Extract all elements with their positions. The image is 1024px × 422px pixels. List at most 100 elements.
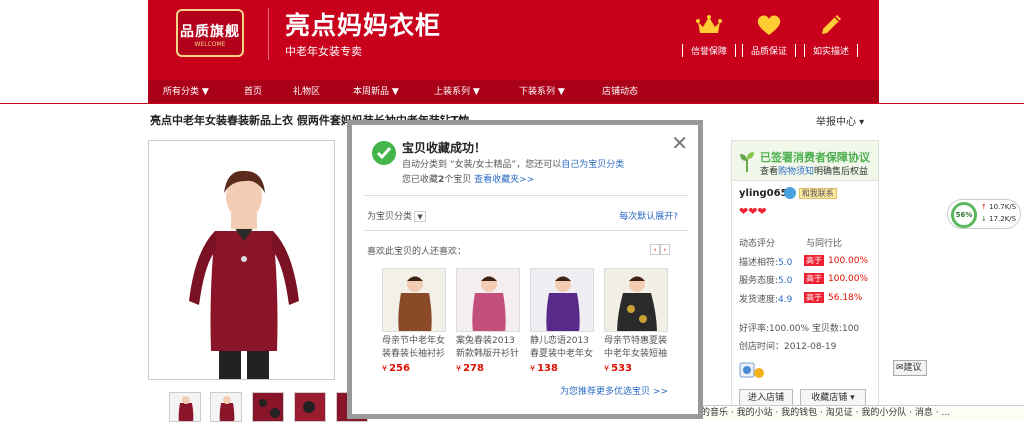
- nav-gift[interactable]: 礼物区: [293, 80, 320, 104]
- close-icon[interactable]: ✕: [671, 131, 688, 155]
- badge-quality[interactable]: 品质保证: [742, 10, 796, 57]
- pencil-icon: [804, 10, 858, 40]
- badge-label: 如实描述: [804, 44, 858, 57]
- recommend-item-image[interactable]: [530, 268, 594, 332]
- category-select-label: 为宝贝分类: [367, 212, 413, 222]
- crown-icon: [682, 10, 736, 40]
- suggest-label: 建议: [903, 363, 922, 373]
- default-expand-toggle[interactable]: 每次默认展开?: [619, 209, 678, 222]
- self-categorize-link[interactable]: 自己为宝贝分类: [561, 160, 624, 170]
- protection-title: 已签署消费者保障协议: [760, 151, 870, 164]
- recommend-item-image[interactable]: [604, 268, 668, 332]
- rating-score: 5.0: [778, 258, 793, 268]
- shop-created-date: 创店时间：2012-08-19: [739, 342, 837, 352]
- badge-label: 品质保证: [742, 44, 796, 57]
- divider: [0, 103, 1024, 104]
- rating-label: 发货速度:: [739, 295, 779, 305]
- chevron-right-icon[interactable]: ›: [660, 244, 670, 255]
- also-liked-label: 喜欢此宝贝的人还喜欢：: [367, 247, 467, 257]
- auto-category-pre: 自动分类到 “女装/女士精品”，您还可以: [402, 160, 562, 170]
- recommend-item[interactable]: 母亲节中老年女装春装长袖衬衫 ¥256: [382, 268, 448, 374]
- collected-count-text: 您已收藏2个宝贝 查看收藏夹>>: [402, 172, 534, 185]
- network-speed-widget[interactable]: 56% ↑ 10.7K/S ↓ 17.2K/S: [947, 199, 1021, 229]
- compare-header: 与同行比: [806, 239, 843, 249]
- product-thumbnail[interactable]: [252, 392, 284, 422]
- recommend-item-image[interactable]: [382, 268, 446, 332]
- chat-icon: ✉: [896, 363, 904, 373]
- shop-slogan: 中老年女装专卖: [285, 45, 362, 58]
- good-rate-text: 好评率:100.00% 宝贝数:100: [739, 324, 860, 334]
- consumer-protection-box: 已签署消费者保障协议 查看购物须知明确售后权益: [732, 141, 878, 181]
- more-recommendations-link[interactable]: 为您推荐更多优选宝贝 >>: [560, 384, 668, 397]
- product-thumbnail[interactable]: [169, 392, 201, 422]
- rating-compare: 高于 100.00%: [804, 273, 868, 284]
- shop-nav: 所有分类 ▼ 首页 礼物区 本周新品 ▼ 上装系列 ▼ 下装系列 ▼ 店铺动态: [148, 80, 879, 104]
- recommend-item-name[interactable]: 母亲节中老年女装春装长袖衬衫: [382, 335, 448, 361]
- rating-percent: 100.00%: [828, 274, 869, 284]
- recommend-item-price: ¥256: [382, 363, 448, 374]
- download-speed-value: 17.2K/S: [989, 215, 1017, 223]
- recommend-item-price: ¥278: [456, 363, 522, 374]
- collected-mid: 个宝贝: [444, 175, 472, 185]
- rating-compare: 高于 56.18%: [804, 292, 862, 303]
- nav-shop-news[interactable]: 店铺动态: [602, 80, 638, 104]
- shop-logo[interactable]: 品质旗舰 WELCOME: [176, 9, 244, 57]
- product-thumbnail[interactable]: [210, 392, 242, 422]
- badge-describe[interactable]: 如实描述: [804, 10, 858, 57]
- badge-label: 信誉保障: [682, 44, 736, 57]
- dialog-title: 宝贝收藏成功！: [402, 141, 487, 155]
- recommend-item[interactable]: 母亲节特惠夏装中老年女装短袖 ¥533: [604, 268, 670, 374]
- recommend-item[interactable]: 案兔春装2013新款韩版开衫针织 ¥278: [456, 268, 522, 374]
- nav-tops[interactable]: 上装系列 ▼: [434, 80, 480, 104]
- chat-icon: [784, 187, 796, 199]
- shop-name: 亮点妈妈衣柜: [285, 11, 442, 40]
- report-center-link[interactable]: 举报中心 ▾: [816, 113, 864, 128]
- recommend-item-price: ¥138: [530, 363, 596, 374]
- recommend-item[interactable]: 静儿恋语2013春夏装中老年女装 ¥138: [530, 268, 596, 374]
- divider: [364, 195, 689, 196]
- product-thumbnail[interactable]: [294, 392, 326, 422]
- seller-credit-hearts: ❤❤❤: [739, 205, 767, 218]
- higher-badge: 高于: [804, 273, 824, 284]
- arrow-down-icon: ↓: [981, 215, 987, 223]
- arrow-up-icon: ↑: [981, 203, 987, 211]
- shop-badge-icon: [739, 361, 767, 382]
- nav-bottoms[interactable]: 下装系列 ▼: [519, 80, 565, 104]
- download-speed: ↓ 17.2K/S: [981, 215, 1016, 223]
- protection-text-post: 明确售后权益: [814, 167, 869, 177]
- upload-speed: ↑ 10.7K/S: [981, 203, 1016, 211]
- currency-symbol: ¥: [456, 364, 462, 373]
- view-favorites-link[interactable]: 查看收藏夹>>: [474, 175, 534, 185]
- nav-home[interactable]: 首页: [244, 80, 262, 104]
- nav-all-categories[interactable]: 所有分类 ▼: [163, 80, 209, 104]
- nav-new-this-week[interactable]: 本周新品 ▼: [353, 80, 399, 104]
- recommend-item-image[interactable]: [456, 268, 520, 332]
- seller-panel: 已签署消费者保障协议 查看购物须知明确售后权益 yling065 和我联系 ❤❤…: [731, 140, 879, 419]
- currency-symbol: ¥: [530, 364, 536, 373]
- contact-seller-button[interactable]: 和我联系: [784, 187, 837, 199]
- rating-compare: 高于 100.00%: [804, 255, 868, 266]
- logo-text: 品质旗舰: [180, 24, 240, 40]
- recommend-pager: ‹ ›: [650, 244, 670, 255]
- seedling-icon: [739, 150, 755, 175]
- recommend-item-name[interactable]: 母亲节特惠夏装中老年女装短袖: [604, 335, 670, 361]
- recommend-item-name[interactable]: 案兔春装2013新款韩版开衫针织: [456, 335, 522, 361]
- shopping-notice-link[interactable]: 购物须知: [778, 167, 814, 177]
- recommend-item-name[interactable]: 静儿恋语2013春夏装中老年女装: [530, 335, 596, 361]
- seller-name[interactable]: yling065: [739, 188, 788, 199]
- contact-label: 和我联系: [798, 187, 837, 199]
- auto-category-text: 自动分类到 “女装/女士精品”，您还可以自己为宝贝分类: [402, 157, 624, 170]
- product-main-image[interactable]: [148, 140, 335, 380]
- logo-subtext: WELCOME: [194, 41, 226, 48]
- category-select[interactable]: 为宝贝分类 ▼: [367, 209, 427, 222]
- rating-row: 描述相符:5.0: [739, 255, 792, 268]
- suggest-button[interactable]: ✉建议: [893, 360, 927, 376]
- chevron-left-icon[interactable]: ‹: [650, 244, 660, 255]
- rating-row: 发货速度:4.9: [739, 292, 792, 305]
- recommend-item-price: ¥533: [604, 363, 670, 374]
- favorites-bar[interactable]: 我的音乐 · 我的小站 · 我的钱包 · 淘见证 · 我的小分队 · 消息 · …: [692, 405, 1024, 419]
- currency-symbol: ¥: [604, 364, 610, 373]
- badge-credit[interactable]: 信誉保障: [682, 10, 736, 57]
- higher-badge: 高于: [804, 255, 824, 266]
- chevron-down-icon: ▼: [414, 211, 427, 222]
